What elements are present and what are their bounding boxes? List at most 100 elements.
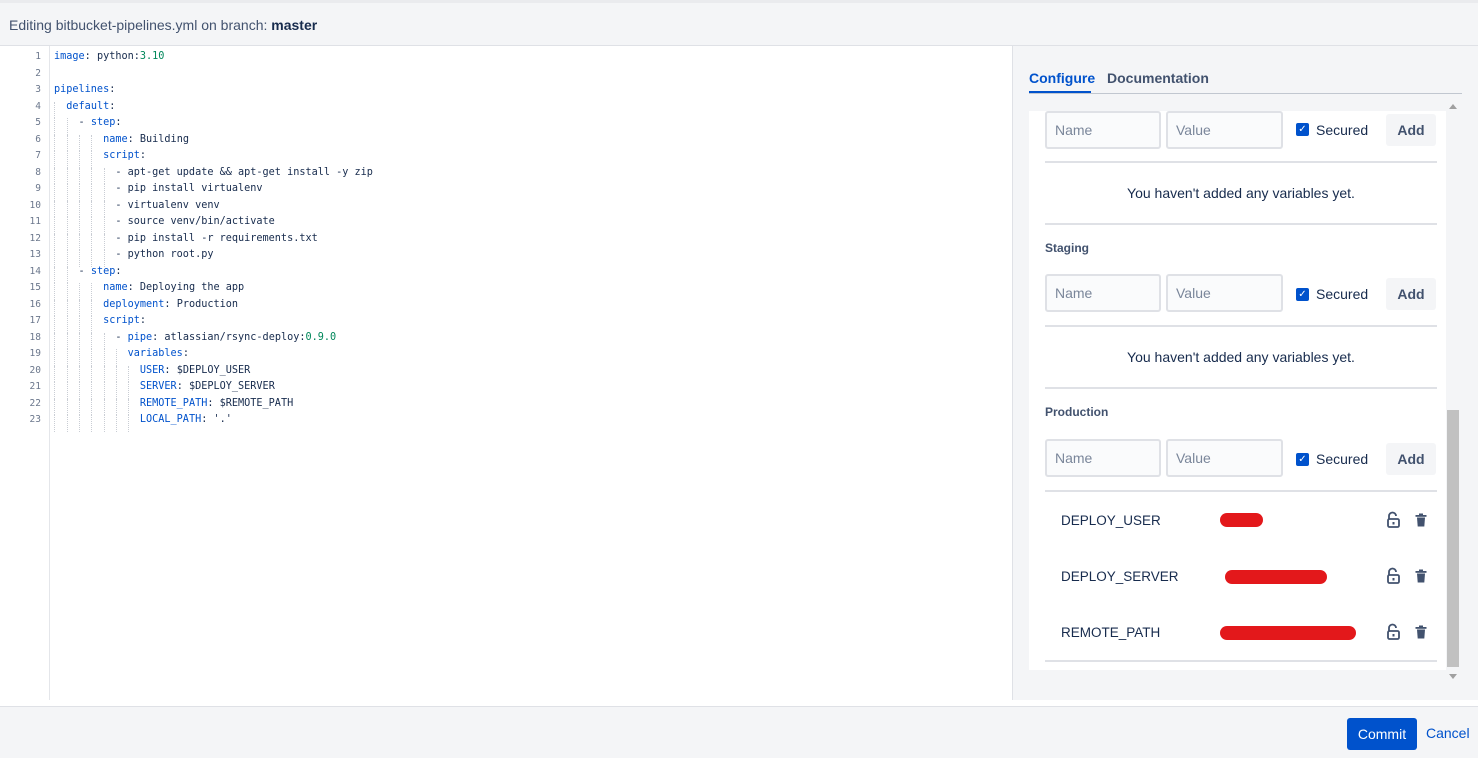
trash-icon[interactable] [1412,623,1430,641]
code-line[interactable]: - apt-get update && apt-get install -y z… [54,167,373,178]
code-line[interactable]: name: Deploying the app [54,282,244,293]
indent-guide [91,332,93,349]
line-number: 22 [29,397,41,409]
line-number: 13 [29,249,41,260]
code-line[interactable]: SERVER: $DEPLOY_SERVER [54,381,275,392]
variable-name: DEPLOY_SERVER [1061,569,1179,584]
code-line[interactable]: script: [54,315,146,326]
indent-guide [103,349,105,366]
scrollbar-thumb[interactable] [1447,410,1459,667]
indent-guide [78,365,80,382]
unlock-icon[interactable] [1384,623,1402,641]
indent-guide [128,398,130,415]
staging-secured-checkbox[interactable]: ✓ [1296,288,1309,301]
code-line[interactable]: name: Building [54,134,189,145]
test-value-input[interactable]: Value [1166,111,1283,149]
staging-name-input[interactable]: Name [1045,274,1161,312]
test-add-button[interactable]: Add [1386,114,1436,146]
indent-guide [103,332,105,349]
code-line[interactable]: LOCAL_PATH: '.' [54,414,232,425]
indent-guide [54,415,56,432]
tab-documentation[interactable]: Documentation [1107,70,1209,86]
branch-name: master [271,17,318,33]
redaction-mark [1220,513,1263,527]
code-line[interactable]: - pipe: atlassian/rsync-deploy:0.9.0 [54,332,336,343]
line-number: 19 [29,348,41,359]
code-line[interactable]: REMOTE_PATH: $REMOTE_PATH [54,398,293,409]
code-line[interactable]: - pip install -r requirements.txt [54,233,317,244]
unlock-icon[interactable] [1384,511,1402,529]
commit-button[interactable]: Commit [1347,718,1417,750]
indent-guide [103,167,105,184]
indent-guide [91,217,93,234]
line-number: 10 [29,199,41,211]
scroll-up-arrow[interactable] [1449,104,1457,109]
trash-icon[interactable] [1412,567,1430,585]
redaction-mark [1220,626,1356,640]
indent-guide [91,365,93,382]
test-empty-message: You haven't added any variables yet. [1127,185,1355,201]
scroll-down-arrow[interactable] [1449,674,1457,679]
code-line[interactable]: deployment: Production [54,299,238,310]
indent-guide [66,134,68,151]
production-secured-checkbox[interactable]: ✓ [1296,453,1309,466]
code-line[interactable]: - source venv/bin/activate [54,216,274,227]
indent-guide [66,118,68,135]
line-number: 16 [29,298,41,310]
indent-guide [115,349,117,366]
line-number: 14 [29,265,41,277]
indent-guide [66,151,68,168]
line-number: 3 [35,84,41,95]
indent-guide [115,398,117,415]
indent-guide [54,151,56,168]
indent-guide [54,316,56,333]
indent-guide [54,266,56,283]
config-panel: Configure Documentation Name Value ✓ Sec… [1012,46,1478,700]
production-section-title: Production [1045,405,1109,419]
test-secured-checkbox[interactable]: ✓ [1296,123,1309,136]
indent-guide [54,398,56,415]
staging-add-button[interactable]: Add [1386,278,1436,310]
indent-guide [54,167,56,184]
code-line[interactable]: variables: [54,348,189,359]
code-line[interactable]: - pip install virtualenv [54,183,262,194]
code-line[interactable]: - step: [54,117,122,128]
code-line[interactable]: pipelines: [54,84,115,95]
redaction-mark [1225,570,1327,584]
line-number: 8 [35,166,41,178]
production-value-input[interactable]: Value [1166,439,1283,477]
tab-configure[interactable]: Configure [1029,70,1095,86]
test-name-input[interactable]: Name [1045,111,1161,149]
cancel-link[interactable]: Cancel [1426,725,1470,741]
code-line[interactable]: script: [54,150,146,161]
line-number-gutter: 1 2 3 4 5 6 7 8 9 10 11 12 13 14 15 16 17 18 19 20 21 22 23 [0,46,50,700]
indent-guide [54,349,56,366]
code-line[interactable]: default: [54,101,115,112]
production-add-button[interactable]: Add [1386,443,1436,475]
indent-guide [66,332,68,349]
indent-guide [54,299,56,316]
variable-name: REMOTE_PATH [1061,625,1161,640]
indent-guide [66,266,68,283]
code-line[interactable]: image: python:3.10 [54,51,164,62]
production-name-input[interactable]: Name [1045,439,1161,477]
code-line[interactable]: - step: [54,266,122,277]
code-line[interactable]: USER: $DEPLOY_USER [54,365,250,376]
indent-guide [78,250,80,267]
indent-guide [66,217,68,234]
trash-icon[interactable] [1412,511,1430,529]
staging-value-input[interactable]: Value [1166,274,1283,312]
indent-guide [91,316,93,333]
divider [1045,223,1437,225]
indent-guide [66,233,68,250]
header-title: Editing bitbucket-pipelines.yml on branc… [9,17,317,33]
variables-list[interactable]: Name Value ✓ Secured Add You haven't add… [1029,111,1447,670]
indent-guide [91,382,93,399]
indent-guide [91,349,93,366]
unlock-icon[interactable] [1384,567,1402,585]
line-number: 21 [29,381,41,392]
tab-divider [1029,93,1462,94]
indent-guide [115,415,117,432]
code-editor[interactable]: 1 2 3 4 5 6 7 8 9 10 11 12 13 14 15 16 17 18 19 20 21 22 23 im… [0,46,1012,700]
line-number: 11 [29,216,41,227]
